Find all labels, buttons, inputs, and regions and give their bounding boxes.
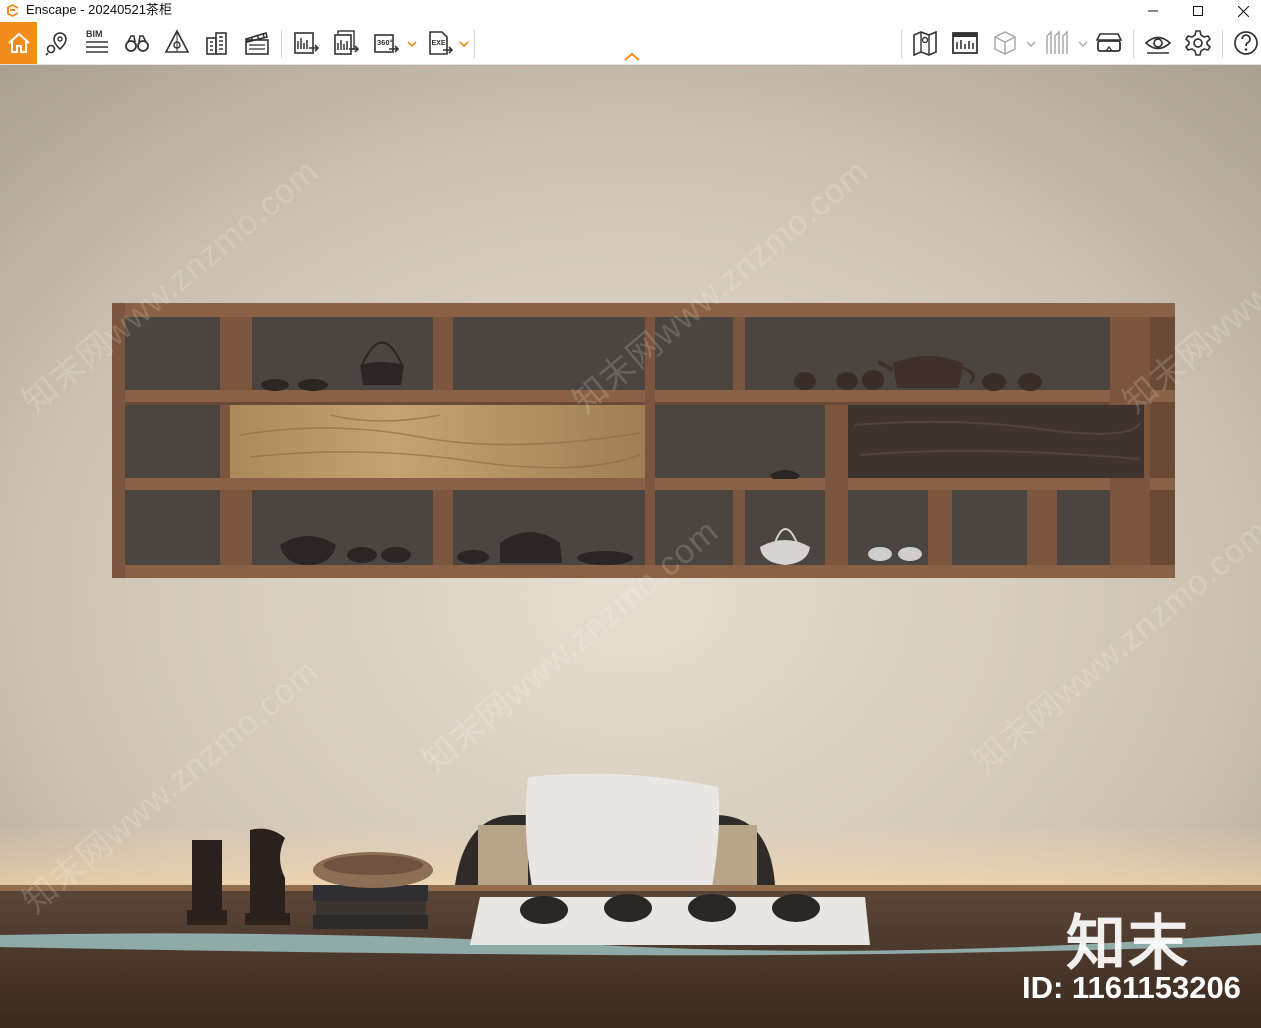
views-button[interactable] [119,25,155,61]
bim-icon: BIM [86,29,108,53]
title-bar: Enscape - 20240521茶柜 [0,0,1261,22]
export-exe-icon: EXE [429,31,454,55]
help-icon [1234,31,1258,55]
toolbar-divider [281,30,282,58]
cube-view-icon [994,31,1016,55]
video-editor-button[interactable] [239,25,275,61]
rendered-scene [0,65,1261,1028]
clapperboard-icon [244,31,269,55]
collapse-toolbar-chevron-up-icon[interactable] [623,52,641,62]
section-dropdown-chevron-down-icon[interactable] [1078,40,1088,48]
exe-label: EXE [432,40,446,47]
location-button[interactable] [39,25,75,61]
minimize-button[interactable] [1131,0,1175,22]
perspective-button[interactable] [159,25,195,61]
cushion [525,773,720,887]
section-icon [1046,30,1068,54]
cube-view-button[interactable] [987,25,1023,61]
render-viewport[interactable]: 知末网www.znzmo.com 知末网www.znzmo.com 知末网www… [0,65,1261,1028]
home-button[interactable] [0,22,37,64]
panorama-360-icon: 360° [374,34,400,53]
batch-export-icon [334,30,360,55]
close-button[interactable] [1221,0,1261,22]
settings-icon [1184,30,1212,56]
bim-button[interactable]: BIM [79,25,115,61]
toolbar-divider [901,30,902,58]
minimize-icon [1148,10,1158,12]
vr-headset-button[interactable] [1091,25,1127,61]
panorama-button[interactable]: 360° [368,25,404,61]
panorama-dropdown-chevron-down-icon[interactable] [407,40,417,48]
buildings-button[interactable] [199,25,235,61]
map-icon [913,30,937,57]
maximize-button[interactable] [1176,0,1220,22]
section-button[interactable] [1039,25,1075,61]
tea-tray [470,894,870,945]
visual-settings-button[interactable] [1140,25,1176,61]
asset-library-icon [952,32,978,54]
map-button[interactable] [907,25,943,61]
dark-wood-door-panel [848,405,1144,478]
toolbar-divider [474,30,475,58]
export-image-icon [294,32,320,54]
window-title: Enscape - 20240521茶柜 [26,2,172,17]
help-button[interactable] [1228,25,1261,61]
enscape-logo-icon [7,4,18,17]
vr-headset-icon [1095,33,1123,52]
export-exe-button[interactable]: EXE [422,25,458,61]
enscape-toolbar: BIM 360° EXE [0,22,1261,65]
buildings-icon [206,32,227,55]
cube-dropdown-chevron-down-icon[interactable] [1026,40,1036,48]
toolbar-divider [1133,30,1134,58]
perspective-icon [164,29,190,53]
location-pin-icon [45,32,67,56]
settings-button[interactable] [1180,25,1216,61]
home-icon [7,32,30,53]
maximize-icon [1193,6,1203,16]
bim-label: BIM [86,29,103,39]
panorama-label: 360° [377,38,393,47]
toolbar-divider [1222,30,1223,58]
export-image-button[interactable] [288,25,324,61]
close-icon [1237,5,1249,17]
asset-library-button[interactable] [947,25,983,61]
binoculars-icon [125,35,149,52]
visual-settings-icon [1144,36,1172,54]
image-id-label: ID: 1161153206 [1022,970,1241,1005]
batch-export-button[interactable] [328,25,364,61]
brand-watermark: 知末 [1066,909,1190,979]
export-dropdown-chevron-down-icon[interactable] [459,40,469,48]
